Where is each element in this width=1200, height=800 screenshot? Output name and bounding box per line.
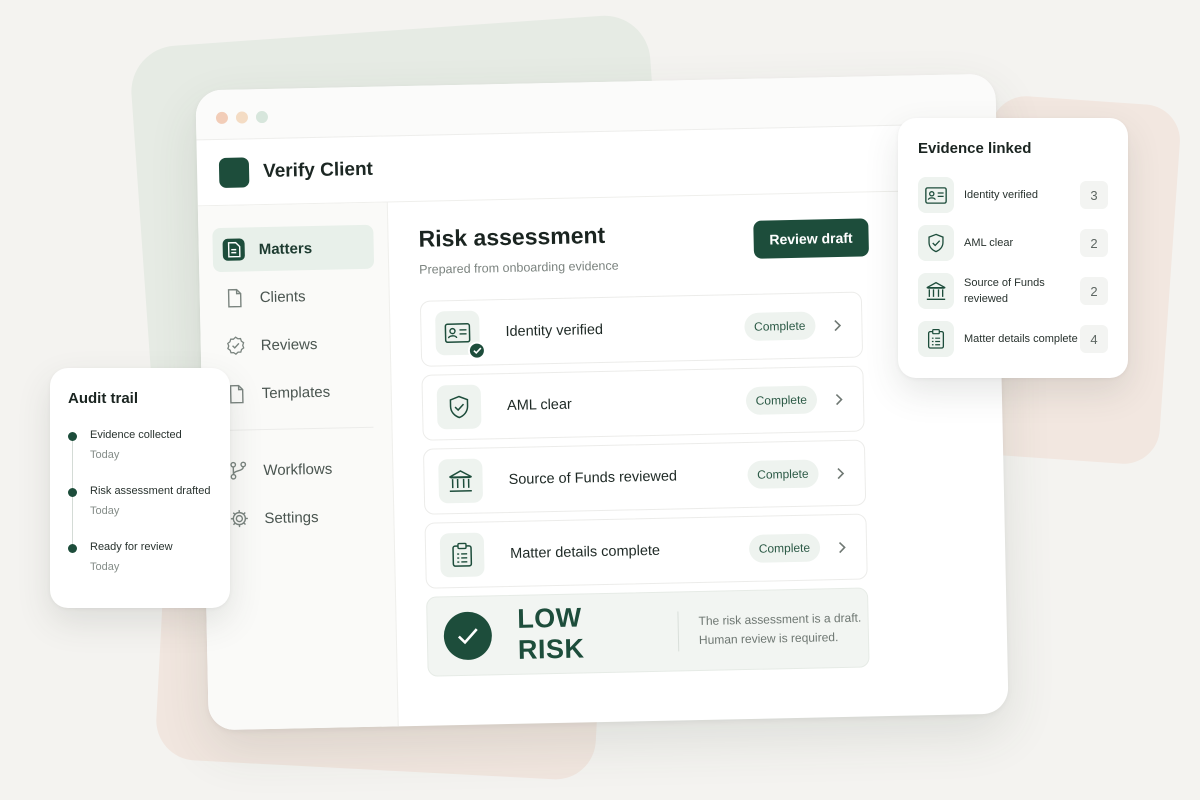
evidence-item-aml[interactable]: AML clear 2 — [918, 219, 1108, 267]
timeline-label: Evidence collected — [90, 429, 182, 441]
evidence-count: 3 — [1080, 181, 1108, 209]
status-badge: Complete — [748, 533, 821, 563]
timeline-time: Today — [90, 561, 120, 573]
sidebar-item-templates[interactable]: Templates — [215, 369, 377, 416]
sidebar-item-label: Matters — [258, 239, 313, 258]
check-badge-icon — [467, 341, 487, 360]
app-logo — [218, 156, 250, 188]
evidence-label: Matter details complete — [964, 333, 1078, 345]
sidebar-item-label: Clients — [259, 287, 306, 306]
risk-note: The risk assessment is a draft. Human re… — [698, 610, 862, 648]
sidebar-item-label: Settings — [264, 508, 319, 527]
timeline-item: Evidence collected Today — [68, 429, 212, 485]
audit-trail-title: Audit trail — [68, 390, 138, 407]
gear-icon — [228, 507, 250, 529]
evidence-list: Identity verified 3 AML clear 2 Source o… — [918, 171, 1108, 363]
risk-divider — [677, 611, 680, 652]
chevron-right-icon — [833, 318, 847, 331]
id-card-icon — [918, 177, 954, 213]
assessment-row-identity[interactable]: Identity verified Complete — [419, 291, 864, 367]
status-badge: Complete — [745, 385, 818, 415]
chevron-right-icon — [835, 392, 849, 405]
timeline-dot — [68, 488, 77, 497]
assessment-row-matter-details[interactable]: Matter details complete Complete — [424, 513, 868, 589]
sidebar-item-settings[interactable]: Settings — [218, 494, 380, 541]
timeline-label: Ready for review — [90, 541, 173, 553]
evidence-count: 2 — [1080, 229, 1108, 257]
workflow-icon — [227, 459, 249, 481]
window-minimize-dot[interactable] — [235, 111, 249, 124]
sidebar-item-label: Templates — [261, 383, 331, 402]
evidence-label: Source of Funds reviewed — [964, 277, 1045, 305]
clipboard-icon — [439, 532, 485, 578]
chevron-right-icon — [838, 540, 852, 553]
row-label: AML clear — [506, 396, 572, 414]
evidence-label: AML clear — [964, 237, 1014, 249]
timeline-dot — [68, 432, 77, 441]
timeline-time: Today — [90, 449, 120, 461]
file-icon — [224, 286, 246, 308]
bank-icon — [918, 273, 954, 309]
risk-summary: LOW RISK The risk assessment is a draft.… — [426, 587, 870, 677]
row-label: Identity verified — [505, 321, 604, 341]
document-icon — [222, 238, 245, 261]
evidence-item-identity[interactable]: Identity verified 3 — [918, 171, 1108, 219]
bank-icon — [438, 458, 484, 504]
sidebar-divider — [220, 426, 374, 431]
shield-check-icon — [436, 384, 482, 430]
check-circle-icon — [443, 611, 493, 661]
window-maximize-dot[interactable] — [255, 110, 269, 124]
assessment-list: Identity verified Complete AML clear Com… — [419, 291, 868, 589]
row-label: Matter details complete — [509, 542, 661, 562]
id-card-icon — [435, 310, 487, 360]
sidebar-item-reviews[interactable]: Reviews — [214, 321, 376, 368]
window-close-dot[interactable] — [215, 111, 229, 125]
status-badge: Complete — [746, 459, 819, 489]
app-title: Verify Client — [262, 158, 374, 182]
sidebar-item-matters[interactable]: Matters — [212, 224, 375, 273]
timeline-item: Ready for review Today — [68, 541, 212, 597]
sidebar-item-label: Reviews — [260, 335, 318, 354]
sidebar-item-clients[interactable]: Clients — [213, 273, 375, 320]
audit-timeline: Evidence collected Today Risk assessment… — [68, 429, 212, 597]
chevron-right-icon — [836, 466, 850, 479]
review-draft-button[interactable]: Review draft — [752, 218, 870, 259]
sidebar-item-workflows[interactable]: Workflows — [217, 446, 379, 493]
status-badge: Complete — [743, 311, 816, 342]
evidence-item-matter-details[interactable]: Matter details complete 4 — [918, 315, 1108, 363]
evidence-linked-title: Evidence linked — [918, 140, 1032, 157]
evidence-item-source-of-funds[interactable]: Source of Funds reviewed 2 — [918, 267, 1108, 315]
shield-check-icon — [918, 225, 954, 261]
evidence-count: 4 — [1080, 325, 1108, 353]
timeline-label: Risk assessment drafted — [90, 485, 211, 497]
timeline-dot — [68, 544, 77, 553]
page-subtitle: Prepared from onboarding evidence — [419, 258, 619, 277]
app-window: Verify Client Matters Clients Reviews Te… — [195, 73, 1009, 731]
timeline-time: Today — [90, 505, 120, 517]
evidence-linked-card: Evidence linked Identity verified 3 AML … — [898, 118, 1128, 378]
page-title: Risk assessment — [418, 221, 606, 252]
clipboard-icon — [918, 321, 954, 357]
badge-check-icon — [225, 334, 247, 356]
evidence-label: Identity verified — [964, 189, 1038, 201]
row-label: Source of Funds reviewed — [508, 468, 678, 488]
timeline-item: Risk assessment drafted Today — [68, 485, 212, 541]
assessment-row-aml[interactable]: AML clear Complete — [421, 365, 865, 441]
evidence-count: 2 — [1080, 277, 1108, 305]
assessment-row-source-of-funds[interactable]: Source of Funds reviewed Complete — [422, 439, 867, 515]
sidebar-item-label: Workflows — [263, 460, 333, 479]
audit-trail-card: Audit trail Evidence collected Today Ris… — [50, 368, 230, 608]
risk-level: LOW RISK — [516, 602, 585, 665]
